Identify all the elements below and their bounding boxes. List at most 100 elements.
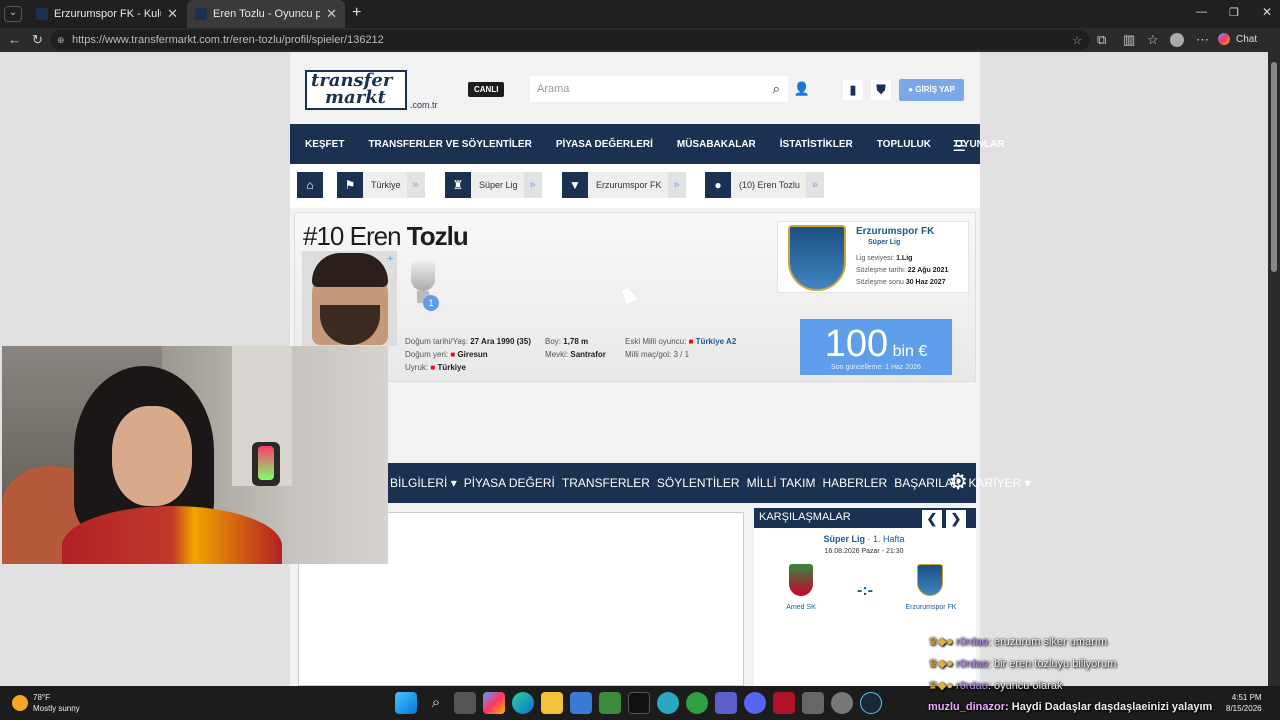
url-input[interactable]: ⊕ https://www.transfermarkt.com.tr/eren-… <box>50 30 1090 50</box>
hamburger-menu-icon[interactable]: ☰ <box>953 137 966 155</box>
minecraft-icon[interactable] <box>599 692 621 714</box>
breadcrumb-player[interactable]: ● (10) Eren Tozlu » <box>705 172 824 198</box>
voicemod-icon[interactable] <box>773 692 795 714</box>
close-window-button[interactable]: ✕ <box>1262 5 1272 19</box>
extensions-icon[interactable]: ⧉ <box>1097 32 1106 48</box>
page-scrollbar[interactable] <box>1268 52 1280 686</box>
player-sub-navigation: BİLGİLERİ ▾ PİYASA DEĞERİ TRANSFERLER SÖ… <box>290 463 1031 503</box>
steam-icon[interactable] <box>860 692 882 714</box>
match-league[interactable]: Süper Lig · 1. Hafta <box>754 534 974 544</box>
nav-item-market-values[interactable]: PİYASA DEĞERLERİ <box>556 139 653 150</box>
breadcrumb-country[interactable]: ⚑ Türkiye » <box>337 172 425 198</box>
transfermarkt-logo[interactable]: transfer markt <box>305 70 407 110</box>
copilot-icon[interactable] <box>483 692 505 714</box>
settings-gear-icon[interactable]: ⚙ <box>948 469 968 495</box>
favorites-icon[interactable]: ☆ <box>1147 32 1159 48</box>
nav-item-statistics[interactable]: İSTATİSTİKLER <box>780 139 853 150</box>
refresh-icon[interactable]: ↻ <box>32 32 43 48</box>
watchlist-bookmark-icon[interactable]: ▮ <box>843 80 863 100</box>
market-value-box[interactable]: 100 bin € Son güncelleme: 1 Haz 2026 <box>800 319 952 375</box>
favorite-star-icon[interactable]: ☆ <box>1072 34 1082 47</box>
breadcrumb-club[interactable]: ▼ Erzurumspor FK » <box>562 172 686 198</box>
subnav-career[interactable]: KARİYER ▾ <box>969 476 1031 490</box>
search-icon[interactable]: ⌕ <box>773 81 780 97</box>
club-league[interactable]: Süper Lig <box>868 239 900 246</box>
chat-badge-icon: ♛◆● <box>928 636 953 648</box>
trophy-icon[interactable]: 1 <box>407 261 439 313</box>
home-team-name[interactable]: Amed SK <box>769 604 833 611</box>
search-icon[interactable]: ⌕ <box>425 692 447 714</box>
subnav-market-value[interactable]: PİYASA DEĞERİ <box>464 476 555 490</box>
breadcrumb-home[interactable]: ⌂ <box>297 172 323 198</box>
trophy-count-badge: 1 <box>423 295 439 311</box>
add-photo-icon[interactable]: + <box>387 253 393 265</box>
xbox-icon[interactable] <box>686 692 708 714</box>
nav-item-community[interactable]: TOPLULUK <box>877 139 931 150</box>
profile-avatar[interactable] <box>1170 33 1184 47</box>
url-host: https://www.transfermarkt.com.tr <box>72 34 230 46</box>
club-crest[interactable] <box>788 225 846 291</box>
chat-message: ♛◆● r0rdao: oyuncu olarak <box>928 680 1063 692</box>
market-value-unit: bin € <box>892 343 928 360</box>
breadcrumb-league[interactable]: ♜ Süper Lig » <box>445 172 542 198</box>
file-explorer-icon[interactable] <box>541 692 563 714</box>
subnav-news[interactable]: HABERLER <box>823 476 888 490</box>
close-icon[interactable]: ✕ <box>167 6 178 22</box>
capcut-icon[interactable] <box>628 692 650 714</box>
chevron-left-icon[interactable]: ❮ <box>922 510 942 528</box>
away-team-name[interactable]: Erzurumspor FK <box>894 604 968 611</box>
copilot-chat-button[interactable]: Chat <box>1218 33 1257 45</box>
user-search-icon[interactable]: 👤 <box>792 79 812 99</box>
shield-icon[interactable]: ⛊ <box>871 80 891 100</box>
close-icon[interactable]: ✕ <box>326 6 337 22</box>
away-team-crest[interactable] <box>917 564 943 596</box>
weather-widget[interactable]: 78°F Mostly sunny <box>12 692 80 714</box>
tab-erzurumspor[interactable]: Erzurumspor FK - Kulüp profili | Tr ✕ <box>28 0 186 28</box>
login-button[interactable]: ● GİRİŞ YAP <box>899 79 964 101</box>
task-view-icon[interactable] <box>454 692 476 714</box>
teams-icon[interactable] <box>715 692 737 714</box>
edge-icon[interactable] <box>512 692 534 714</box>
chevron-right-icon[interactable]: ❯ <box>946 510 966 528</box>
subnav-rumours[interactable]: SÖYLENTİLER <box>657 476 740 490</box>
more-menu-icon[interactable]: ⋯ <box>1196 32 1209 48</box>
browser-icon[interactable] <box>657 692 679 714</box>
home-team-crest[interactable] <box>789 564 813 596</box>
live-button[interactable]: CANLI <box>468 82 505 97</box>
chevron-double-right-icon[interactable]: » <box>805 172 824 198</box>
windows-start-icon[interactable] <box>395 692 417 714</box>
maximize-button[interactable]: ❐ <box>1229 6 1239 19</box>
nav-item-competitions[interactable]: MÜSABAKALAR <box>677 139 756 150</box>
settings-icon[interactable] <box>831 692 853 714</box>
chevron-double-right-icon[interactable]: » <box>667 172 686 198</box>
user-icon: ● <box>908 85 914 94</box>
subnav-transfers[interactable]: TRANSFERLER <box>562 476 650 490</box>
minimize-button[interactable]: — <box>1196 6 1207 18</box>
webcam-overlay <box>2 346 388 564</box>
nav-item-kesfet[interactable]: KEŞFET <box>305 139 344 150</box>
nav-item-transfers[interactable]: TRANSFERLER VE SÖYLENTİLER <box>368 139 531 150</box>
scrollbar-thumb[interactable] <box>1271 62 1277 272</box>
tab-eren-tozlu[interactable]: Eren Tozlu - Oyuncu profili 26/27 | ✕ <box>187 0 345 28</box>
transfermarkt-favicon <box>36 8 48 20</box>
site-info-icon[interactable]: ⊕ <box>57 35 65 46</box>
chevron-double-right-icon[interactable]: » <box>406 172 425 198</box>
market-value-amount: 100 <box>824 323 889 365</box>
new-tab-button[interactable]: + <box>352 4 361 22</box>
sun-icon <box>12 695 28 711</box>
store-icon[interactable] <box>570 692 592 714</box>
club-facts: Lig seviyesi: 1.Lig Sözleşme tarihi: 22 … <box>856 255 949 286</box>
system-clock[interactable]: 4:51 PM 8/15/2026 <box>1226 692 1262 714</box>
subnav-national-team[interactable]: MİLLİ TAKIM <box>747 476 816 490</box>
split-screen-icon[interactable]: ▥ <box>1123 32 1135 48</box>
chevron-double-right-icon[interactable]: » <box>523 172 542 198</box>
shield-app-icon[interactable] <box>802 692 824 714</box>
main-navigation: KEŞFET TRANSFERLER VE SÖYLENTİLER PİYASA… <box>290 124 1004 164</box>
discord-icon[interactable] <box>744 692 766 714</box>
back-icon[interactable]: ← <box>8 32 21 47</box>
club-name[interactable]: Erzurumspor FK <box>856 226 934 237</box>
subnav-info[interactable]: BİLGİLERİ ▾ <box>390 476 457 490</box>
player-name: #10 Eren Tozlu <box>303 221 469 251</box>
tab-list-button[interactable]: ⌄ <box>4 6 22 22</box>
search-input[interactable]: Arama ⌕ <box>530 76 788 102</box>
